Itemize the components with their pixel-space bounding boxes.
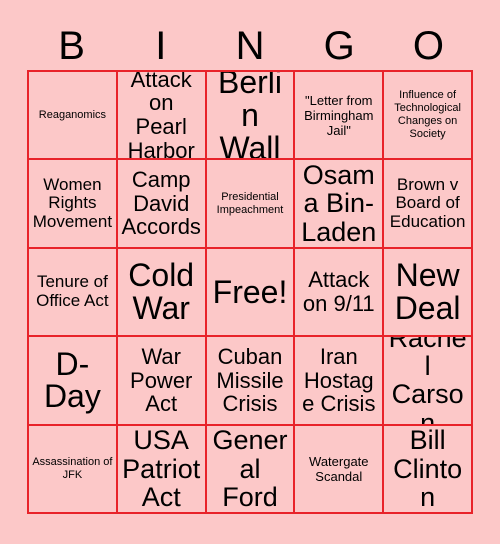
bingo-cell-label: Tenure of Office Act: [36, 272, 109, 310]
bingo-cell-label: Osama Bin-Laden: [301, 160, 377, 247]
bingo-cell-r1c5[interactable]: Influence of Technological Changes on So…: [384, 72, 473, 161]
bingo-cell-label: Women Rights Movement: [32, 174, 113, 231]
bingo-cell-label: Camp David Accords: [121, 166, 201, 240]
bingo-cell-label: New Deal: [394, 257, 461, 326]
bingo-cell-label: Attack on Pearl Harbor: [127, 72, 195, 161]
bingo-cell-r5c2[interactable]: USA Patriot Act: [117, 425, 207, 514]
bingo-cell-r5c3[interactable]: General Ford: [206, 425, 296, 514]
bingo-cell-r4c3[interactable]: Cuban Missile Crisis: [206, 337, 296, 426]
bingo-cell-label: Iran Hostage Crisis: [302, 343, 376, 417]
bingo-cell-label: Berlin Wall: [217, 72, 282, 161]
bingo-cell-label: War Power Act: [130, 343, 193, 417]
bingo-cell-r4c2[interactable]: War Power Act: [117, 337, 207, 426]
bingo-cell-label: Cold War: [128, 257, 195, 326]
bingo-card: B I N G O Reaganomics Attack on Pearl Ha…: [0, 0, 500, 544]
bingo-cell-label: USA Patriot Act: [122, 425, 201, 512]
bingo-cell-r4c4[interactable]: Iran Hostage Crisis: [295, 337, 385, 426]
bingo-cell-r1c3[interactable]: Berlin Wall: [206, 72, 296, 161]
bingo-cell-r2c4[interactable]: Osama Bin-Laden: [295, 160, 385, 249]
bingo-cell-label: Presidential Impeachment: [216, 190, 284, 216]
bingo-cell-r5c4[interactable]: Watergate Scandal: [295, 425, 385, 514]
bingo-cell-label: Influence of Technological Changes on So…: [394, 89, 461, 141]
bingo-cell-label: Rachel Carson: [388, 337, 467, 426]
bingo-cell-r2c1[interactable]: Women Rights Movement: [29, 160, 118, 249]
bingo-header-letter-b: B: [58, 24, 85, 68]
bingo-header-letter-i: I: [155, 24, 167, 68]
bingo-cell-label: Cuban Missile Crisis: [216, 343, 284, 417]
bingo-cell-label: General Ford: [212, 425, 288, 512]
bingo-cell-r2c2[interactable]: Camp David Accords: [117, 160, 207, 249]
bingo-header-letter-g: G: [323, 24, 355, 68]
bingo-cell-r1c2[interactable]: Attack on Pearl Harbor: [117, 72, 207, 161]
bingo-free-space-label: Free!: [212, 273, 288, 310]
bingo-cell-label: Watergate Scandal: [309, 453, 369, 484]
bingo-cell-r3c2[interactable]: Cold War: [117, 248, 207, 338]
bingo-cell-r5c1[interactable]: Assassination of JFK: [29, 425, 118, 514]
bingo-cell-r2c5[interactable]: Brown v Board of Education: [384, 160, 473, 249]
bingo-cell-r3c5[interactable]: New Deal: [384, 248, 473, 338]
bingo-cell-label: Brown v Board of Education: [389, 174, 466, 231]
bingo-cell-r5c5[interactable]: Bill Clinton: [384, 425, 473, 514]
bingo-cell-label: "Letter from Birmingham Jail": [304, 92, 374, 138]
bingo-grid: Reaganomics Attack on Pearl Harbor Berli…: [27, 70, 473, 514]
bingo-header-letter-n: N: [235, 24, 265, 68]
bingo-cell-r1c1[interactable]: Reaganomics: [29, 72, 118, 161]
bingo-cell-label: Attack on 9/11: [302, 267, 375, 316]
bingo-cell-r4c5[interactable]: Rachel Carson: [384, 337, 473, 426]
bingo-cell-label: Assassination of JFK: [32, 455, 113, 481]
bingo-cell-label: Reaganomics: [38, 108, 107, 121]
bingo-header: B I N G O: [27, 22, 473, 70]
bingo-cell-label: D-Day: [43, 345, 101, 415]
bingo-cell-r3c4[interactable]: Attack on 9/11: [295, 248, 385, 338]
bingo-header-letter-o: O: [412, 24, 444, 68]
bingo-cell-r1c4[interactable]: "Letter from Birmingham Jail": [295, 72, 385, 161]
bingo-cell-r2c3[interactable]: Presidential Impeachment: [206, 160, 296, 249]
bingo-cell-r3c1[interactable]: Tenure of Office Act: [29, 248, 118, 338]
bingo-cell-label: Bill Clinton: [393, 425, 463, 512]
bingo-cell-free-space[interactable]: Free!: [206, 248, 296, 338]
bingo-cell-r4c1[interactable]: D-Day: [29, 337, 118, 426]
